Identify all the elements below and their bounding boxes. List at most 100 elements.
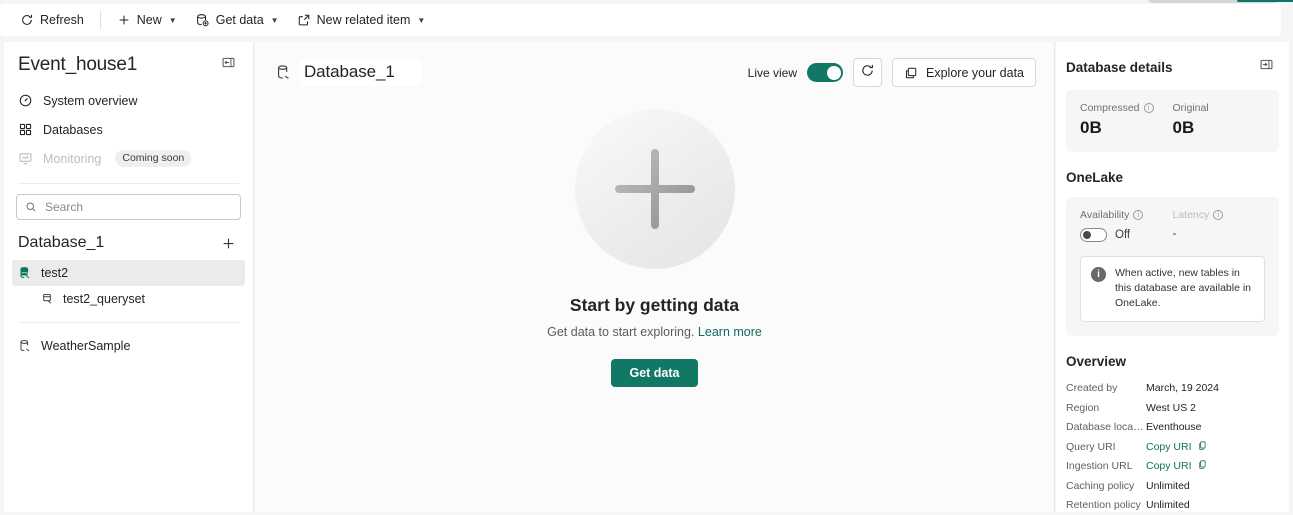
details-panel-title: Database details — [1066, 59, 1173, 75]
tree-item-weathersample[interactable]: WeatherSample — [12, 333, 245, 359]
info-icon[interactable]: i — [1143, 103, 1154, 113]
learn-more-link[interactable]: Learn more — [698, 325, 762, 339]
new-label: New — [136, 13, 162, 27]
search-input[interactable] — [45, 200, 232, 214]
queryset-icon — [40, 292, 54, 306]
original-label: Original — [1172, 102, 1209, 114]
new-button[interactable]: New ▼ — [109, 7, 185, 33]
latency-label-group: Latency i — [1173, 209, 1266, 221]
new-related-item-label: New related item — [316, 13, 411, 27]
sidebar-item-system-overview[interactable]: System overview — [12, 86, 245, 115]
external-link-icon — [297, 13, 311, 27]
availability-toggle[interactable] — [1080, 228, 1107, 242]
overview-value: Copy URI — [1146, 440, 1192, 453]
search-box[interactable] — [16, 194, 241, 220]
overview-value: Unlimited — [1146, 499, 1190, 512]
refresh-button[interactable]: Refresh — [12, 7, 92, 33]
live-view-label: Live view — [747, 65, 798, 80]
add-database-button[interactable] — [217, 232, 239, 254]
latency-value: - — [1172, 228, 1177, 240]
sidebar-item-monitoring: Monitoring Coming soon — [12, 144, 245, 173]
onelake-row: Availability i Off Latency i - — [1080, 209, 1265, 242]
sidebar-item-label: Monitoring — [43, 151, 102, 166]
top-chrome-stub-teal — [1237, 0, 1293, 2]
copy-ingestion-uri-button[interactable]: Copy URI — [1146, 459, 1208, 473]
onelake-info-note: i When active, new tables in this databa… — [1080, 256, 1265, 322]
plus-icon — [117, 13, 131, 27]
chevron-down-icon: ▼ — [417, 15, 426, 25]
overview-value: March, 19 2024 — [1146, 382, 1219, 395]
refresh-icon — [860, 63, 875, 83]
compressed-label-group: Compressed i — [1080, 102, 1173, 114]
large-plus-icon — [574, 109, 735, 269]
tree-item-test2[interactable]: test2 — [12, 260, 245, 286]
search-icon — [25, 201, 37, 213]
copy-query-uri-button[interactable]: Copy URI — [1146, 440, 1208, 454]
copy-icon — [1197, 459, 1208, 473]
onelake-card: Availability i Off Latency i - i When ac… — [1066, 197, 1279, 336]
refresh-icon — [20, 13, 34, 27]
details-panel: Database details Compressed i 0B Origina… — [1056, 42, 1289, 512]
main-header-actions: Live view Explore your data — [748, 58, 1036, 87]
main-header: Database_1 Live view Explore your data — [255, 42, 1054, 87]
onelake-note-text: When active, new tables in this database… — [1115, 267, 1252, 310]
refresh-label: Refresh — [40, 13, 84, 27]
empty-state-title: Start by getting data — [569, 295, 740, 315]
sidebar-item-label: Databases — [43, 122, 103, 137]
toggle-knob — [1083, 231, 1091, 239]
main-content: Database_1 Live view Explore your data S… — [255, 42, 1055, 512]
original-value: 0B — [1172, 118, 1195, 137]
toggle-knob — [826, 65, 841, 80]
refresh-button[interactable] — [853, 58, 883, 87]
gauge-icon — [18, 93, 33, 108]
plus-glyph — [614, 149, 695, 229]
command-bar: Refresh New ▼ Get data ▼ New related ite… — [0, 4, 1281, 36]
tree-divider — [18, 322, 239, 323]
app-root: Refresh New ▼ Get data ▼ New related ite… — [0, 0, 1293, 515]
get-data-icon — [195, 13, 210, 28]
live-view-toggle[interactable] — [807, 63, 844, 82]
latency-column: Latency i - — [1173, 209, 1266, 242]
database-tree-title: Database_1 — [18, 234, 105, 251]
grid-icon — [18, 122, 33, 137]
overview-key: Query URI — [1066, 440, 1116, 453]
tree-item-test2-queryset[interactable]: test2_queryset — [12, 286, 245, 312]
availability-value: Off — [1115, 229, 1131, 241]
availability-value-group: Off — [1080, 228, 1173, 242]
overview-row: Database locati... Eventhouse — [1066, 418, 1279, 438]
eventhouse-name: Event_house1 — [18, 54, 138, 75]
overview-value: West US 2 — [1146, 401, 1196, 414]
availability-column: Availability i Off — [1080, 209, 1173, 242]
expand-panel-button[interactable] — [1255, 56, 1277, 78]
get-data-button[interactable]: Get data ▼ — [187, 7, 287, 33]
database-icon — [275, 64, 292, 81]
overview-list: Created by March, 19 2024 Region West US… — [1066, 379, 1279, 515]
new-related-item-button[interactable]: New related item ▼ — [289, 7, 434, 33]
sidebar-item-databases[interactable]: Databases — [12, 115, 245, 144]
empty-state-subtitle-text: Get data to start exploring. — [547, 325, 695, 339]
info-icon: i — [1091, 267, 1106, 282]
collapse-panel-button[interactable] — [217, 54, 239, 76]
expand-panel-icon — [1259, 57, 1274, 77]
page-title[interactable]: Database_1 — [300, 59, 421, 86]
overview-row: Ingestion URL Copy URI — [1066, 457, 1279, 477]
overview-section-title: Overview — [1066, 353, 1127, 369]
sidebar: Event_house1 System overview Databases M… — [4, 42, 254, 512]
sidebar-item-label: System overview — [43, 93, 138, 108]
overview-row: Query URI Copy URI — [1066, 437, 1279, 457]
tree-item-label: test2_queryset — [63, 292, 145, 306]
info-icon[interactable]: i — [1213, 210, 1224, 220]
empty-state: Start by getting data Get data to start … — [255, 109, 1054, 387]
details-panel-header: Database details — [1056, 42, 1289, 78]
explore-icon — [904, 66, 918, 80]
overview-value: Unlimited — [1146, 479, 1190, 492]
availability-label-group: Availability i — [1080, 209, 1173, 221]
get-data-button[interactable]: Get data — [611, 359, 698, 387]
info-icon[interactable]: i — [1133, 210, 1144, 220]
explore-your-data-button[interactable]: Explore your data — [892, 58, 1036, 87]
overview-key: Retention policy — [1066, 499, 1141, 512]
overview-row: Created by March, 19 2024 — [1066, 379, 1279, 399]
monitor-icon — [18, 151, 33, 166]
size-stats-row: Compressed i 0B Original 0B — [1080, 102, 1265, 138]
original-stat: Original 0B — [1173, 102, 1266, 138]
